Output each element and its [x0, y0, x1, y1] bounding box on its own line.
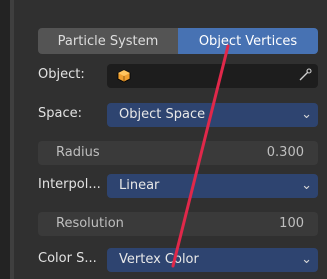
resolution-row: Resolution 100 [26, 210, 327, 236]
emitter-properties-panel: Particle System Object Vertices Object: … [26, 0, 327, 279]
radius-slider[interactable]: Radius 0.300 [38, 141, 318, 165]
editor-edge [0, 0, 10, 279]
object-row: Object: [26, 62, 327, 88]
chevron-down-icon: ⌄ [301, 252, 312, 267]
object-field[interactable] [107, 64, 318, 88]
color-source-row: Color S... Vertex Color ⌄ [26, 246, 327, 272]
space-label: Space: [38, 106, 82, 121]
chevron-down-icon: ⌄ [301, 178, 312, 193]
interpolation-value: Linear [119, 178, 160, 193]
interpolation-dropdown[interactable]: Linear ⌄ [107, 174, 318, 198]
interpolation-label: Interpol... [38, 177, 101, 192]
radius-label: Radius [56, 145, 100, 160]
space-value: Object Space [119, 107, 206, 122]
tab-object-vertices[interactable]: Object Vertices [178, 28, 318, 54]
color-source-value: Vertex Color [119, 252, 199, 267]
color-source-label: Color S... [38, 251, 97, 266]
space-row: Space: Object Space ⌄ [26, 101, 327, 127]
resolution-value: 100 [279, 216, 304, 231]
emit-from-toggle: Particle System Object Vertices [38, 28, 318, 54]
tab-particle-system[interactable]: Particle System [38, 28, 178, 54]
radius-value: 0.300 [266, 145, 304, 160]
chevron-down-icon: ⌄ [301, 107, 312, 122]
eyedropper-icon[interactable] [298, 68, 312, 82]
resolution-slider[interactable]: Resolution 100 [38, 212, 318, 236]
color-source-dropdown[interactable]: Vertex Color ⌄ [107, 248, 318, 272]
panel-gutter [14, 0, 26, 279]
interpolation-row: Interpol... Linear ⌄ [26, 172, 327, 198]
object-icon [117, 69, 131, 83]
radius-row: Radius 0.300 [26, 139, 327, 165]
space-dropdown[interactable]: Object Space ⌄ [107, 103, 318, 127]
resolution-label: Resolution [56, 216, 124, 231]
object-label: Object: [38, 67, 85, 82]
